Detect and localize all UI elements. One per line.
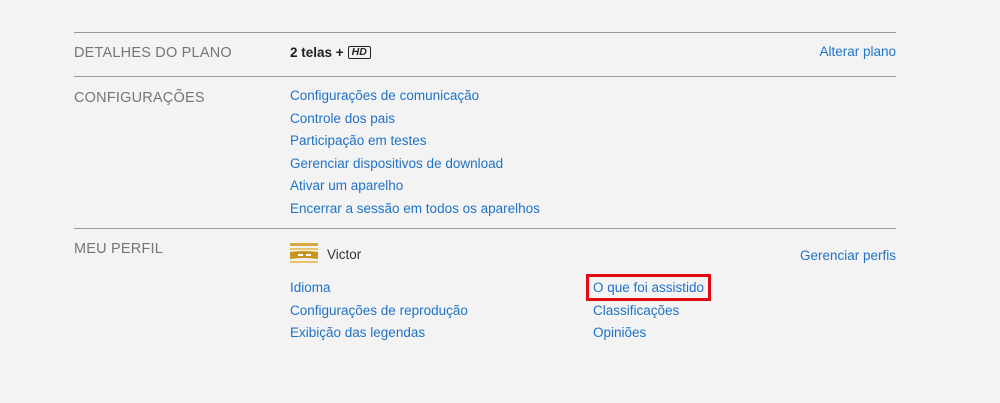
activate-device-link[interactable]: Ativar um aparelho	[290, 175, 540, 198]
sign-out-all-devices-link[interactable]: Encerrar a sessão em todos os aparelhos	[290, 198, 540, 221]
ratings-link[interactable]: Classificações	[593, 300, 708, 323]
change-plan-link[interactable]: Alterar plano	[819, 44, 896, 59]
account-page: DETALHES DO PLANO 2 telas + HD Alterar p…	[0, 0, 1000, 403]
plan-section-title: DETALHES DO PLANO	[74, 45, 232, 61]
viewing-activity-link-wrapper: O que foi assistido	[585, 274, 712, 301]
profile-left-links: Idioma Configurações de reprodução Exibi…	[290, 277, 468, 345]
plan-details: 2 telas + HD	[290, 45, 371, 60]
settings-section: CONFIGURAÇÕES Configurações de comunicaç…	[74, 76, 896, 228]
profile-section: MEU PERFIL Victor Gerenciar perfis Idiom…	[74, 228, 896, 358]
profile-avatar-icon	[290, 242, 318, 266]
profile-name: Victor	[327, 246, 362, 262]
hd-badge: HD	[347, 46, 371, 59]
plan-section: DETALHES DO PLANO 2 telas + HD Alterar p…	[74, 32, 896, 76]
communication-settings-link[interactable]: Configurações de comunicação	[290, 85, 540, 108]
avatar	[290, 242, 318, 266]
manage-profiles-link[interactable]: Gerenciar perfis	[800, 248, 896, 263]
profile-right-links: O que foi assistido Classificações Opini…	[585, 274, 712, 345]
plan-screens-text: 2 telas +	[290, 45, 344, 60]
profile-section-title: MEU PERFIL	[74, 241, 164, 257]
language-link[interactable]: Idioma	[290, 277, 468, 300]
parental-controls-link[interactable]: Controle dos pais	[290, 108, 540, 131]
playback-settings-link[interactable]: Configurações de reprodução	[290, 300, 468, 323]
reviews-link[interactable]: Opiniões	[593, 322, 708, 345]
profile-header: Victor	[290, 242, 361, 266]
manage-download-devices-link[interactable]: Gerenciar dispositivos de download	[290, 153, 540, 176]
test-participation-link[interactable]: Participação em testes	[290, 130, 540, 153]
settings-section-title: CONFIGURAÇÕES	[74, 90, 205, 106]
settings-links: Configurações de comunicação Controle do…	[290, 85, 540, 221]
subtitle-appearance-link[interactable]: Exibição das legendas	[290, 322, 468, 345]
viewing-activity-link[interactable]: O que foi assistido	[585, 274, 712, 301]
